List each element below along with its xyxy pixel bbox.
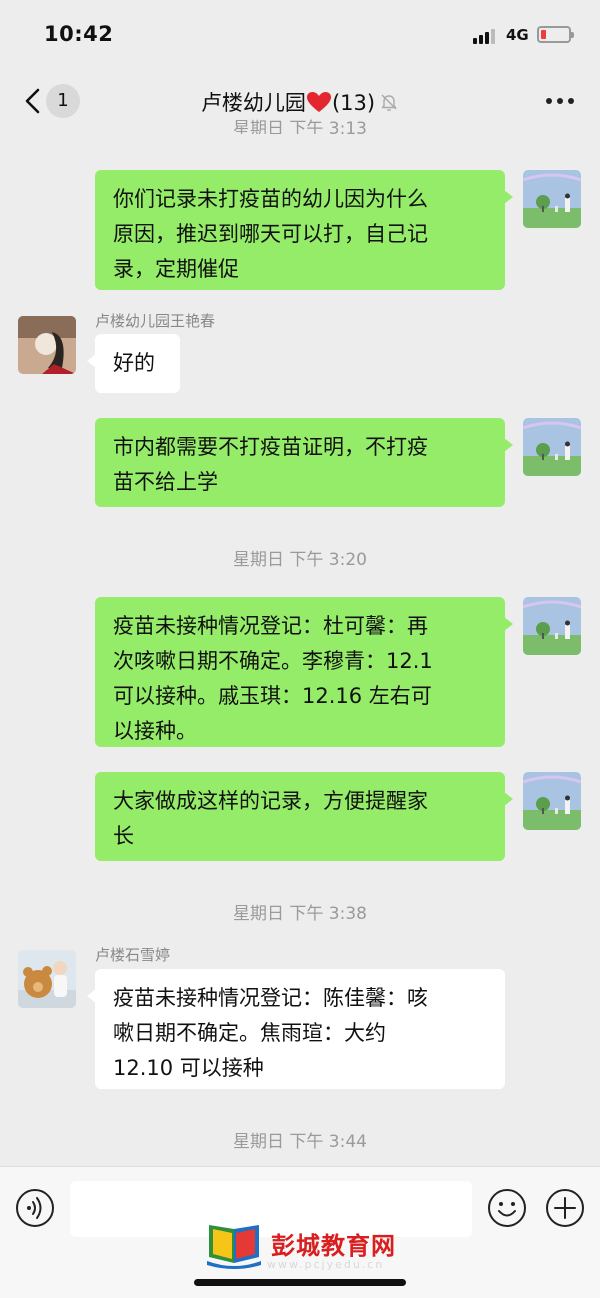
landscape-avatar-icon: [523, 418, 581, 476]
emoji-icon[interactable]: [487, 1188, 527, 1228]
site-watermark: 彭城教育网 www.pcjyedu.cn: [205, 1223, 425, 1273]
signal-icon: [473, 28, 499, 44]
input-bar: 彭城教育网 www.pcjyedu.cn: [0, 1166, 600, 1298]
message-line: 苗不给上学: [113, 470, 218, 494]
watermark-url: www.pcjyedu.cn: [267, 1258, 385, 1271]
bear-avatar-icon: [18, 950, 76, 1008]
plus-icon[interactable]: [545, 1188, 585, 1228]
status-bar: 10:42 4G: [0, 0, 600, 70]
network-type: 4G: [506, 26, 529, 44]
timestamp: 星期日 下午 3:38: [233, 904, 367, 924]
message-line: 原因，推迟到哪天可以打，自己记: [113, 222, 428, 246]
message-line: 好的: [113, 351, 155, 375]
my-avatar[interactable]: [523, 418, 581, 476]
my-avatar[interactable]: [523, 597, 581, 655]
message-line: 嗽日期不确定。焦雨瑄：大约: [113, 1021, 386, 1045]
my-avatar[interactable]: [523, 170, 581, 228]
message-bubble[interactable]: 市内都需要不打疫苗证明，不打疫 苗不给上学: [95, 418, 513, 507]
message-line: 市内都需要不打疫苗证明，不打疫: [113, 435, 428, 459]
status-time: 10:42: [44, 22, 114, 46]
chat-title[interactable]: 卢楼幼儿园 (13): [150, 87, 450, 117]
landscape-avatar-icon: [523, 170, 581, 228]
message-line: 大家做成这样的记录，方便提醒家: [113, 789, 428, 813]
book-logo-icon: [207, 1225, 261, 1269]
message-line: 次咳嗽日期不确定。李穆青：12.1: [113, 649, 433, 673]
watermark-site-name: 彭城教育网: [271, 1232, 396, 1260]
timestamp: 星期日 下午 3:20: [233, 550, 367, 570]
message-line: 长: [113, 824, 134, 848]
red-heart-icon: [306, 92, 331, 112]
group-name: 卢楼幼儿园: [200, 91, 306, 115]
message-bubble[interactable]: 疫苗未接种情况登记：杜可馨：再 次咳嗽日期不确定。李穆青：12.1 可以接种。戚…: [95, 597, 513, 747]
chevron-left-icon[interactable]: [22, 87, 46, 115]
landscape-avatar-icon: [523, 597, 581, 655]
message-bubble[interactable]: 疫苗未接种情况登记：陈佳馨：咳 嗽日期不确定。焦雨瑄：大约 12.10 可以接种: [87, 969, 505, 1089]
message-line: 疫苗未接种情况登记：杜可馨：再: [113, 614, 428, 638]
more-dots-icon[interactable]: [546, 98, 574, 106]
portrait-avatar-icon: [18, 316, 76, 374]
timestamp: 星期日 下午 3:13: [233, 119, 367, 134]
message-line: 12.10 可以接种: [113, 1056, 264, 1080]
message-line: 疫苗未接种情况登记：陈佳馨：咳: [113, 986, 428, 1010]
sender-name: 卢楼幼儿园王艳春: [95, 312, 216, 330]
message-bubble[interactable]: 好的: [87, 334, 180, 393]
mute-bell-icon: [381, 94, 397, 111]
timestamp: 星期日 下午 3:44: [233, 1132, 367, 1152]
battery-level: [541, 30, 546, 39]
message-line: 可以接种。戚玉琪：12.16 左右可: [113, 684, 432, 708]
member-count: (13): [331, 91, 376, 115]
message-line: 你们记录未打疫苗的幼儿因为什么: [113, 187, 428, 211]
message-bubble[interactable]: 大家做成这样的记录，方便提醒家 长: [95, 772, 513, 861]
voice-icon[interactable]: [15, 1188, 55, 1228]
message-line: 录，定期催促: [113, 257, 239, 281]
message-bubble[interactable]: 你们记录未打疫苗的幼儿因为什么 原因，推迟到哪天可以打，自己记 录，定期催促: [95, 170, 513, 290]
sender-avatar[interactable]: [18, 950, 76, 1008]
sender-name: 卢楼石雪婷: [95, 946, 171, 964]
message-line: 以接种。: [113, 719, 197, 743]
landscape-avatar-icon: [523, 772, 581, 830]
sender-avatar[interactable]: [18, 316, 76, 374]
unread-count-badge[interactable]: 1: [46, 84, 80, 118]
my-avatar[interactable]: [523, 772, 581, 830]
home-indicator[interactable]: [194, 1279, 406, 1286]
battery-icon: [537, 26, 574, 43]
